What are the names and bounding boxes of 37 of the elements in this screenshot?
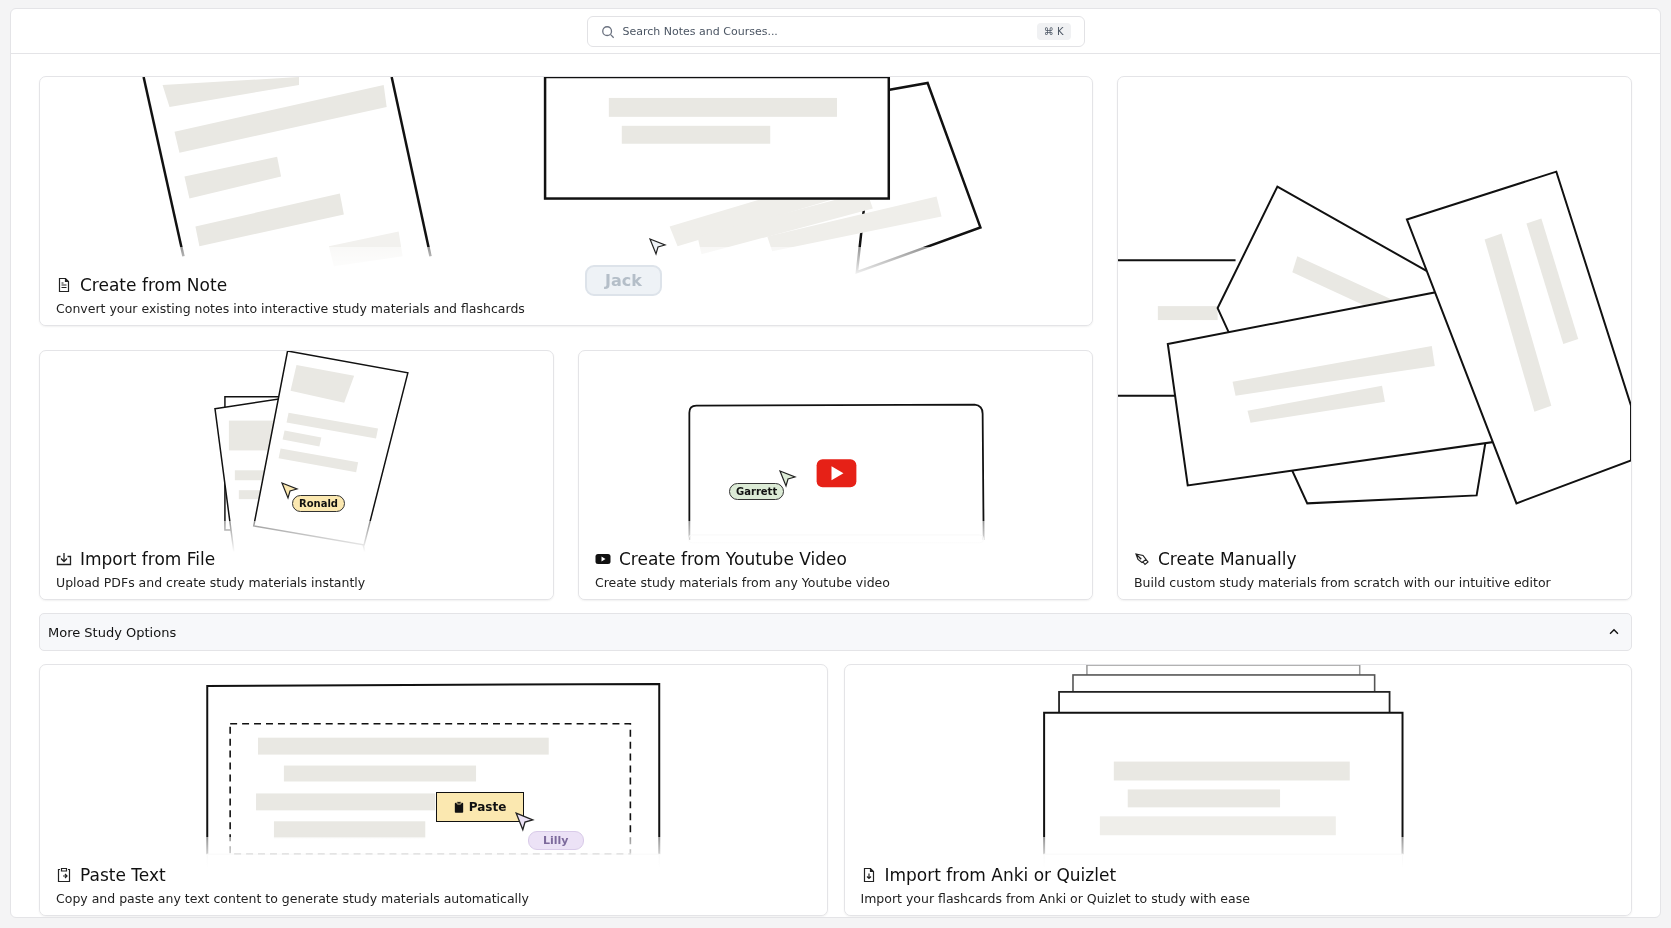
card-title: Import from Anki or Quizlet bbox=[884, 865, 1117, 885]
card-description: Copy and paste any text content to generate study materials automatically bbox=[56, 891, 530, 906]
section-title: More Study Options bbox=[48, 624, 177, 640]
more-options-bar[interactable]: More Study Options bbox=[39, 613, 1632, 651]
search-icon bbox=[600, 24, 615, 39]
cursor-label: Ronald bbox=[292, 495, 346, 512]
cursor-icon bbox=[514, 811, 536, 833]
clipboard-icon bbox=[453, 801, 464, 813]
cursor-icon bbox=[647, 237, 668, 257]
document-icon bbox=[56, 277, 72, 293]
card-description: Import your flashcards from Anki or Quizlet to study with ease bbox=[860, 891, 1251, 906]
option-card[interactable]: Create Manually Build custom study materials from scratch with our intuitive editor bbox=[1117, 76, 1632, 600]
shortcut-badge: ⌘ K bbox=[1036, 22, 1071, 40]
card-title: Create from Youtube Video bbox=[619, 549, 847, 569]
option-card[interactable]: Create from Note Convert your existing notes into interactive study materials and flashcards Jack bbox=[39, 76, 1093, 326]
cursor-icon bbox=[280, 481, 300, 501]
cursor-icon bbox=[778, 469, 799, 489]
pen-nib-icon bbox=[1134, 551, 1150, 567]
card-title: Paste Text bbox=[80, 865, 166, 885]
card-title: Import from File bbox=[80, 549, 216, 569]
card-title: Create Manually bbox=[1158, 549, 1297, 569]
card-description: Build custom study materials from scratch with our intuitive editor bbox=[1134, 575, 1552, 590]
card-description: Convert your existing notes into interactive study materials and flashcards bbox=[56, 301, 526, 316]
download-icon bbox=[56, 551, 72, 567]
cursor-label: Lilly bbox=[528, 831, 584, 850]
option-card[interactable]: Ronald Import from File Upload PDFs and create study materials instantly bbox=[39, 350, 554, 600]
clipboard-icon bbox=[56, 867, 72, 883]
option-card[interactable]: Paste Lilly Paste Text Copy and paste any text content to generate study materials automatically bbox=[39, 664, 828, 916]
card-title: Create from Note bbox=[80, 275, 228, 295]
card-description: Create study materials from any Youtube video bbox=[595, 575, 891, 590]
cursor-label: Garrett bbox=[729, 483, 785, 500]
paste-button[interactable]: Paste bbox=[436, 792, 524, 822]
video-icon bbox=[595, 551, 611, 567]
option-card[interactable]: Garrett Create from Youtube Video Create study materials from any Youtube video bbox=[578, 350, 1093, 600]
card-description: Upload PDFs and create study materials instantly bbox=[56, 575, 367, 590]
cursor-label: Jack bbox=[585, 265, 662, 296]
option-card[interactable]: Import from Anki or Quizlet Import your flashcards from Anki or Quizlet to study with ease bbox=[843, 664, 1632, 916]
